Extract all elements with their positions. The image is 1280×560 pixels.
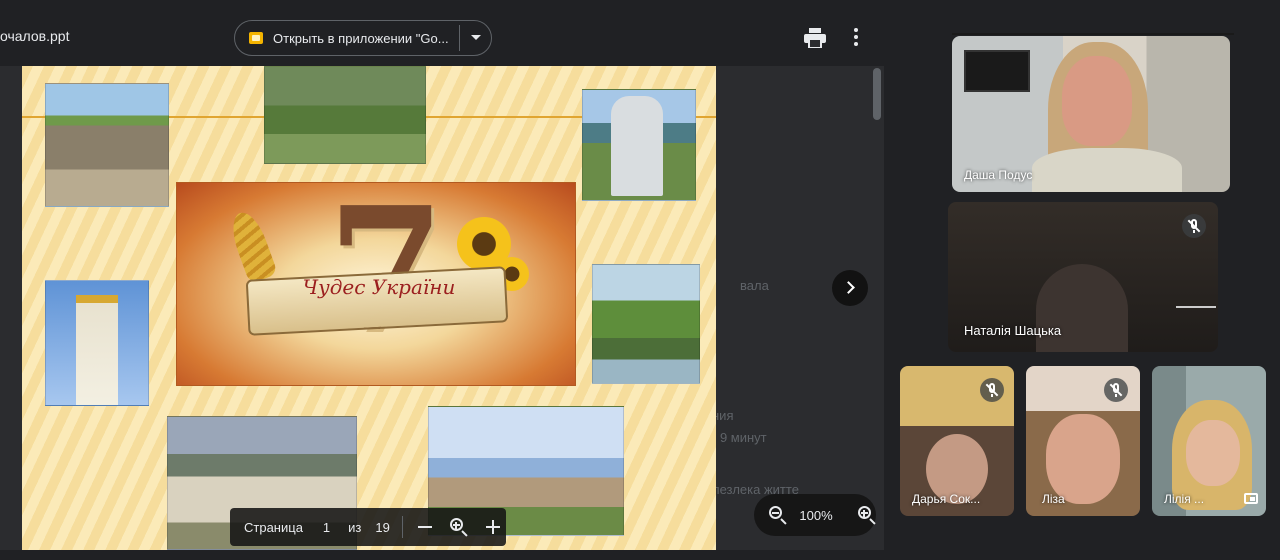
photo-valley <box>264 66 426 164</box>
active-speaker-indicator <box>952 33 1234 35</box>
page-label: Страница <box>244 519 303 535</box>
zoom-in-icon[interactable] <box>447 515 471 539</box>
scrollbar[interactable] <box>873 68 881 120</box>
mic-off-icon <box>980 378 1004 402</box>
participant-name: Ліза <box>1042 492 1065 506</box>
participant-video <box>1032 148 1182 192</box>
participant-tile[interactable]: Дарья Сок... <box>900 366 1014 516</box>
mic-off-icon <box>1104 378 1128 402</box>
photo-bell-tower <box>45 280 149 406</box>
participant-name: Лілія ... <box>1164 492 1205 506</box>
photo-memorial-stone <box>582 89 696 201</box>
caret-down-icon[interactable] <box>471 35 481 40</box>
participant-video <box>1062 56 1132 146</box>
participant-tile[interactable]: Наталія Шацька <box>948 202 1218 352</box>
participant-video <box>1036 264 1128 352</box>
file-name: очалов.ppt <box>0 28 70 44</box>
more-vert-icon[interactable] <box>850 28 862 48</box>
plus-icon[interactable] <box>481 515 505 539</box>
zoom-percent: 100% <box>799 507 833 523</box>
next-page-button[interactable] <box>832 270 868 306</box>
participant-video <box>1046 414 1120 504</box>
participant-tile[interactable]: Ліза <box>1026 366 1140 516</box>
participant-name: Даша Подус <box>964 168 1033 182</box>
presentation-slide: 7 Чудес України <box>22 66 716 550</box>
open-in-app-label: Открыть в приложении "Go... <box>273 30 449 46</box>
zoom-in-icon[interactable] <box>857 505 876 525</box>
page-of-label: из <box>348 519 362 535</box>
viewer-toolbar: очалов.ppt Открыть в приложении "Go... <box>0 10 884 66</box>
participant-tile[interactable]: Лілія ... <box>1152 366 1266 516</box>
presentation-viewer: вала ния - 9 минут лезлека житте очалов.… <box>0 10 884 550</box>
background-text: - 9 минут <box>712 430 767 445</box>
open-in-app-button[interactable]: Открыть в приложении "Go... <box>234 20 492 56</box>
photo-ruins <box>45 83 169 207</box>
background-text: вала <box>740 278 769 293</box>
page-control: Страница 1 из 19 <box>230 508 506 546</box>
minus-icon[interactable] <box>413 515 437 539</box>
zoom-control: 100% <box>754 494 876 536</box>
participant-tile[interactable]: Даша Подус <box>952 36 1230 192</box>
slide-title: Чудес України <box>302 275 456 299</box>
mic-off-icon <box>1182 214 1206 238</box>
print-icon[interactable] <box>804 28 826 48</box>
background-tv <box>964 50 1030 92</box>
photo-river-trees <box>592 264 700 384</box>
zoom-out-icon[interactable] <box>768 505 787 525</box>
meet-window: вала ния - 9 минут лезлека житте очалов.… <box>0 0 1280 560</box>
participant-video <box>1176 306 1216 308</box>
page-total: 19 <box>375 519 390 535</box>
slide-title-banner: 7 Чудес України <box>176 182 576 386</box>
pip-icon[interactable] <box>1244 493 1258 504</box>
participant-name: Дарья Сок... <box>912 492 981 506</box>
page-number-input[interactable]: 1 <box>323 520 330 535</box>
participant-name: Наталія Шацька <box>964 323 1062 338</box>
button-divider <box>459 25 460 51</box>
control-divider <box>401 516 403 538</box>
participant-video <box>1186 420 1240 486</box>
wheat-illustration <box>225 207 279 285</box>
slides-icon <box>249 32 263 44</box>
